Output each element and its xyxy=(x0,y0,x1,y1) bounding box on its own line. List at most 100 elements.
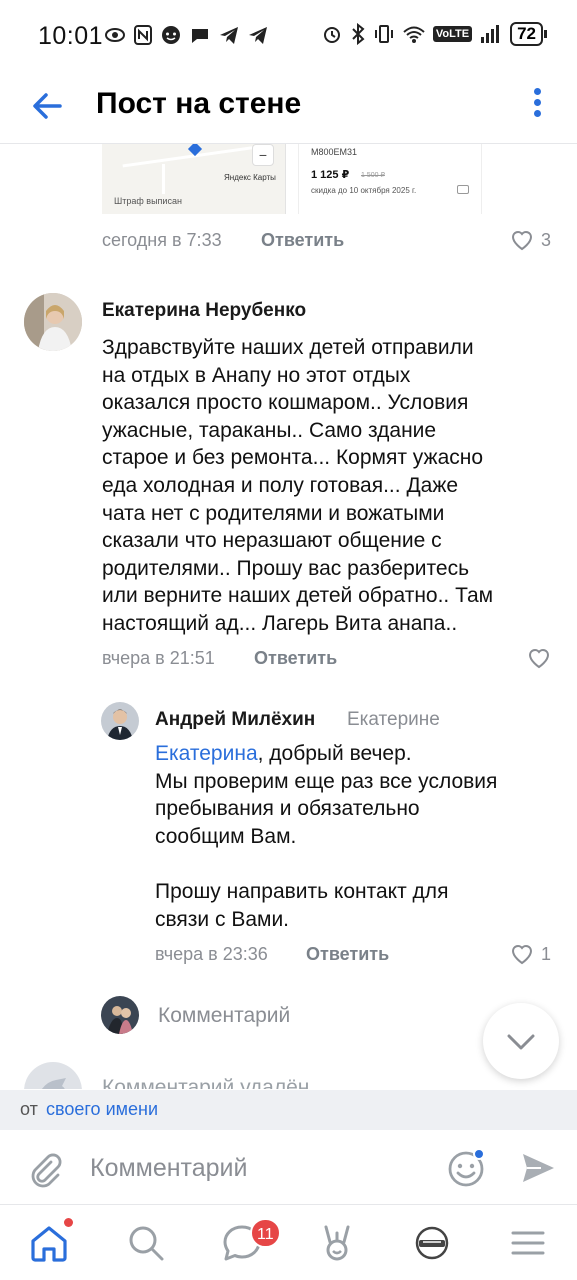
comment-line: сообщим Вам. xyxy=(155,824,297,848)
send-icon xyxy=(523,1154,554,1182)
notification-icons xyxy=(104,24,269,46)
fine-price: 1 125 ₽ xyxy=(311,169,350,181)
camera-icon xyxy=(457,185,469,194)
heart-icon xyxy=(511,231,533,251)
message-icon xyxy=(192,29,208,43)
nav-menu[interactable] xyxy=(506,1221,550,1265)
comment-line: чата нет с родителями и вожатыми xyxy=(102,501,445,525)
comment-line: пребывания и обязательно xyxy=(155,797,420,821)
comments-feed[interactable]: − Яндекс Карты Штраф выписан М800ЕМ31 1 … xyxy=(0,144,577,1089)
back-button[interactable] xyxy=(26,84,70,128)
vk-video-icon xyxy=(415,1226,449,1260)
comment-line: старое и без ремонта... Кормят ужасно xyxy=(102,446,484,470)
like-count: 1 xyxy=(541,943,552,964)
vibrate-icon xyxy=(374,25,393,43)
comment-timestamp: вчера в 23:36 xyxy=(155,944,268,964)
chat-app-icon xyxy=(162,26,180,44)
fine-old-price: 1 500 ₽ xyxy=(361,172,385,179)
bottom-navigation: 11 xyxy=(0,1205,577,1280)
post-timestamp: сегодня в 7:33 xyxy=(102,230,222,250)
comment-text: Екатерина, добрый вечер. Мы проверим еще… xyxy=(155,740,565,933)
nav-home[interactable] xyxy=(27,1221,71,1265)
fine-card[interactable]: М800ЕМ31 1 125 ₽ 1 500 ₽ скидка до 10 ок… xyxy=(298,144,482,214)
user-photo xyxy=(101,702,139,740)
comment-line: настоящий ад... Лагерь Вита анапа.. xyxy=(102,611,458,635)
reply-button[interactable]: Ответить xyxy=(254,648,337,669)
avatar[interactable] xyxy=(24,293,82,351)
chevron-down-icon xyxy=(507,1034,535,1050)
dot-icon xyxy=(533,88,541,95)
comment-author[interactable]: Екатерина Нерубенко xyxy=(102,300,306,322)
dot-icon xyxy=(533,110,541,117)
volte-indicator: VoLTE xyxy=(432,26,473,42)
comment-line: сказали что неразшают общение с xyxy=(102,529,442,553)
nav-clips[interactable] xyxy=(315,1221,359,1265)
page-title: Пост на стене xyxy=(96,87,302,120)
comment-line: Здравствуйте наших детей отправили xyxy=(102,336,474,359)
nfc-icon xyxy=(134,25,152,45)
reply-button[interactable]: Ответить xyxy=(306,944,389,965)
comment-line: родителями.. Прошу вас разберитесь xyxy=(102,556,470,580)
map-attachment[interactable]: − Яндекс Карты Штраф выписан xyxy=(102,144,286,214)
car-plate: М800ЕМ31 xyxy=(311,147,358,157)
comment-line: оказался просто кошмаром.. Условия xyxy=(102,391,469,415)
smile-icon xyxy=(448,1148,485,1187)
map-brand: Яндекс Карты xyxy=(224,173,276,182)
user-photo xyxy=(24,293,82,351)
comment-line: ужасные, тараканы.. Само здание xyxy=(102,418,437,442)
comment-input[interactable] xyxy=(90,1150,420,1186)
paperclip-icon xyxy=(31,1153,62,1188)
scroll-down-button[interactable] xyxy=(483,1003,559,1079)
attach-button[interactable] xyxy=(24,1148,64,1188)
comment-line xyxy=(155,850,565,878)
map-caption: Штраф выписан xyxy=(114,196,182,206)
comment-timestamp: вчера в 21:51 xyxy=(102,648,215,668)
author-selector[interactable]: от своего имени xyxy=(0,1090,577,1130)
comment-line-rest: , добрый вечер. xyxy=(257,742,412,765)
comment-line: Мы проверим еще раз все условия xyxy=(155,769,498,793)
comment-author[interactable]: Андрей Милёхин xyxy=(155,709,315,731)
comment-line: Екатерина, добрый вечер. xyxy=(155,740,565,768)
like-button[interactable]: 3 xyxy=(509,228,551,252)
deleted-user-icon xyxy=(41,1078,66,1089)
menu-icon xyxy=(511,1231,545,1255)
comment-text: Здравствуйте наших детей отправили на от… xyxy=(102,334,562,638)
comment-line: или верните наших детей обратно.. Там xyxy=(102,584,494,608)
messages-badge: 11 xyxy=(250,1218,281,1248)
clips-icon xyxy=(324,1225,350,1261)
mention-link[interactable]: Екатерина xyxy=(155,742,258,765)
comment-line: еда холодная и полу готовая... Даже xyxy=(102,473,459,497)
inline-reply-placeholder[interactable]: Комментарий xyxy=(158,1004,290,1028)
from-prefix: от xyxy=(20,1099,38,1119)
bluetooth-icon xyxy=(352,23,365,45)
like-count: 3 xyxy=(541,229,552,250)
comment-composer xyxy=(0,1130,577,1205)
nav-search[interactable] xyxy=(124,1221,168,1265)
reply-button[interactable]: Ответить xyxy=(261,230,344,251)
status-bar: 10:01 VoLTE 72 xyxy=(0,0,577,72)
post-attachments: − Яндекс Карты Штраф выписан М800ЕМ31 1 … xyxy=(102,144,482,214)
more-menu-button[interactable] xyxy=(527,84,547,128)
status-time: 10:01 xyxy=(38,22,104,50)
like-button[interactable]: 1 xyxy=(509,942,551,966)
eye-icon xyxy=(105,28,125,42)
like-button[interactable] xyxy=(526,646,552,670)
comment-line: Прошу направить контакт для xyxy=(155,879,449,903)
alarm-icon xyxy=(323,27,340,43)
author-selector-link[interactable]: своего имени xyxy=(46,1099,158,1120)
deleted-avatar xyxy=(24,1062,82,1089)
reply-to-name[interactable]: Екатерине xyxy=(347,709,440,731)
map-zoom-out-button[interactable]: − xyxy=(252,144,274,166)
telegram-icon xyxy=(249,27,267,44)
avatar[interactable] xyxy=(101,702,139,740)
emoji-button[interactable] xyxy=(446,1148,486,1188)
comment-line: на отдых в Анапу но этот отдых xyxy=(102,363,411,387)
nav-video[interactable] xyxy=(410,1221,454,1265)
send-button[interactable] xyxy=(518,1148,558,1188)
system-icons: VoLTE 72 xyxy=(321,22,547,46)
telegram-icon xyxy=(220,27,238,44)
dot-icon xyxy=(533,99,541,106)
my-avatar xyxy=(101,996,139,1034)
heart-icon xyxy=(528,649,550,669)
map-road xyxy=(162,164,165,194)
